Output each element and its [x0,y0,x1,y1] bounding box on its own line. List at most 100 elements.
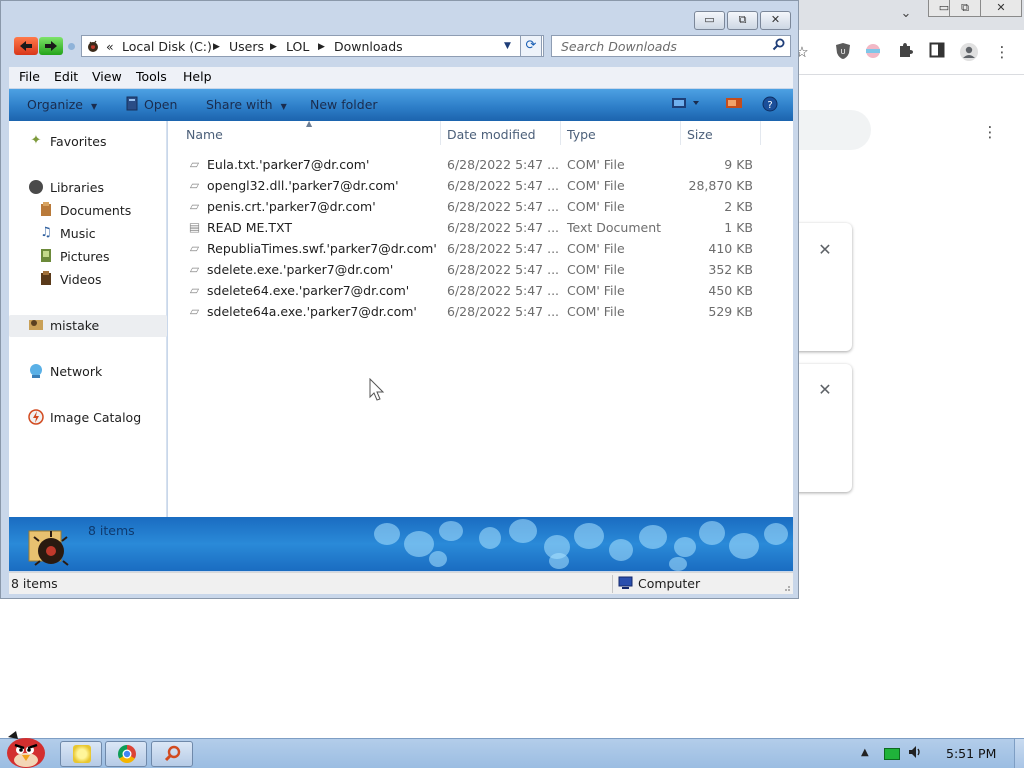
back-button[interactable] [14,37,38,55]
chrome-restore-button[interactable]: ⧉ [949,0,981,17]
translate-icon[interactable] [863,42,883,62]
menu-help[interactable]: Help [183,69,212,84]
card-close-icon[interactable]: ✕ [817,242,833,258]
column-divider[interactable] [440,121,441,145]
chrome-close-button[interactable]: ✕ [980,0,1022,17]
column-divider[interactable] [560,121,561,145]
file-type: Text Document [567,220,662,235]
nav-network[interactable]: Network [9,361,167,383]
chrome-toolbar: ☆ U ⋮ [795,30,1024,75]
breadcrumb-chevron-icon[interactable]: ▶ [270,39,277,55]
show-desktop-button[interactable] [1014,739,1024,768]
taskbar-explorer-button[interactable] [60,741,102,767]
sidepanel-icon[interactable] [927,42,947,62]
nav-favorites[interactable]: ✦ Favorites [9,131,167,153]
breadcrumb-item[interactable]: Local Disk (C:) [122,39,212,54]
nav-libraries[interactable]: Libraries [9,177,167,199]
file-size: 529 KB [708,304,753,319]
search-input[interactable]: Search Downloads [551,35,791,57]
start-button[interactable] [2,727,48,769]
forward-button[interactable] [39,37,63,55]
file-row[interactable]: ▱ RepubliaTimes.swf.'parker7@dr.com' 6/2… [168,238,793,259]
nav-image-catalog[interactable]: Image Catalog [9,407,167,429]
breadcrumb-overflow-icon[interactable]: « [106,39,114,54]
chevron-down-icon: ▼ [90,102,98,111]
file-size: 9 KB [724,157,753,172]
nav-music[interactable]: ♫ Music [9,223,167,245]
refresh-button[interactable]: ⟳ [520,35,542,57]
file-type: COM' File [567,178,625,193]
file-row[interactable]: ▱ opengl32.dll.'parker7@dr.com' 6/28/202… [168,175,793,196]
taskbar-clock[interactable]: 5:51 PM [946,746,996,761]
status-item-count: 8 items [11,576,58,591]
close-button[interactable]: ✕ [760,11,791,30]
user-folder-icon [28,317,44,333]
change-view-icon[interactable] [671,96,701,114]
file-row[interactable]: ▱ sdelete64.exe.'parker7@dr.com' 6/28/20… [168,280,793,301]
file-size: 450 KB [708,283,753,298]
help-icon[interactable]: ? [762,96,778,116]
minimize-button[interactable]: ▭ [694,11,725,30]
file-date: 6/28/2022 5:47 ... [447,157,560,172]
file-row[interactable]: ▤ READ ME.TXT 6/28/2022 5:47 ... Text Do… [168,217,793,238]
battery-icon[interactable] [884,748,900,760]
explorer-window: ▭ ⧉ ✕ « Local Disk (C:) ▶ Users ▶ LOL ▶ … [0,0,799,599]
nav-documents[interactable]: Documents [9,200,167,222]
breadcrumb-chevron-icon[interactable]: ▶ [213,39,220,55]
breadcrumb-chevron-icon[interactable]: ▶ [318,39,325,55]
taskbar-search-app-button[interactable] [151,741,193,767]
show-hidden-icons-icon[interactable]: ▲ [861,747,869,758]
file-size: 28,870 KB [688,178,753,193]
column-header-size[interactable]: Size [687,127,713,142]
nav-label: Image Catalog [50,410,142,425]
breadcrumb-item[interactable]: Users [229,39,264,54]
breadcrumb-item[interactable]: LOL [286,39,309,54]
share-with-button[interactable]: Share with ▼ [206,97,287,112]
column-divider[interactable] [680,121,681,145]
breadcrumb-item[interactable]: Downloads [334,39,403,54]
resize-grip-icon[interactable] [781,581,791,591]
taskbar-chrome-button[interactable] [105,741,147,767]
nav-label: Network [50,364,103,379]
maximize-button[interactable]: ⧉ [727,11,758,30]
file-icon: ▱ [189,157,200,171]
profile-icon[interactable] [959,42,979,62]
column-header-type[interactable]: Type [567,127,596,142]
column-header-name[interactable]: Name [186,127,223,142]
chrome-page-search-pill[interactable] [799,110,871,150]
search-icon[interactable] [772,38,785,55]
address-bar[interactable]: « Local Disk (C:) ▶ Users ▶ LOL ▶ Downlo… [81,35,544,57]
file-size: 1 KB [724,220,753,235]
speaker-icon[interactable] [908,745,922,763]
column-header-date[interactable]: Date modified [447,127,536,142]
column-divider[interactable] [760,121,761,145]
kebab-menu-icon[interactable]: ⋮ [992,42,1012,62]
file-row[interactable]: ▱ sdelete.exe.'parker7@dr.com' 6/28/2022… [168,259,793,280]
ublock-icon[interactable]: U [833,42,853,62]
open-button[interactable]: Open [144,97,177,112]
file-type: COM' File [567,241,625,256]
nav-pictures[interactable]: Pictures [9,246,167,268]
explorer-app-icon [73,745,91,763]
chrome-tab-search-button[interactable]: ⌄ [898,6,914,22]
address-dropdown-icon[interactable]: ▼ [504,41,511,51]
preview-pane-icon[interactable] [725,96,743,114]
file-row[interactable]: ▱ penis.crt.'parker7@dr.com' 6/28/2022 5… [168,196,793,217]
recent-pages-dot[interactable] [68,43,75,50]
organize-button[interactable]: Organize ▼ [27,97,97,112]
file-type: COM' File [567,199,625,214]
menu-tools[interactable]: Tools [136,69,167,84]
nav-user-folder[interactable]: mistake [9,315,167,337]
file-row[interactable]: ▱ sdelete64a.exe.'parker7@dr.com' 6/28/2… [168,301,793,322]
file-row[interactable]: ▱ Eula.txt.'parker7@dr.com' 6/28/2022 5:… [168,154,793,175]
nav-label: mistake [50,318,100,333]
puzzle-icon[interactable] [895,42,915,62]
menu-file[interactable]: File [19,69,40,84]
page-kebab-menu-icon[interactable]: ⋮ [980,122,1000,142]
menu-edit[interactable]: Edit [54,69,78,84]
svg-text:U: U [840,48,845,56]
menu-view[interactable]: View [92,69,122,84]
card-close-icon[interactable]: ✕ [817,382,833,398]
new-folder-button[interactable]: New folder [310,97,378,112]
nav-videos[interactable]: Videos [9,269,167,291]
